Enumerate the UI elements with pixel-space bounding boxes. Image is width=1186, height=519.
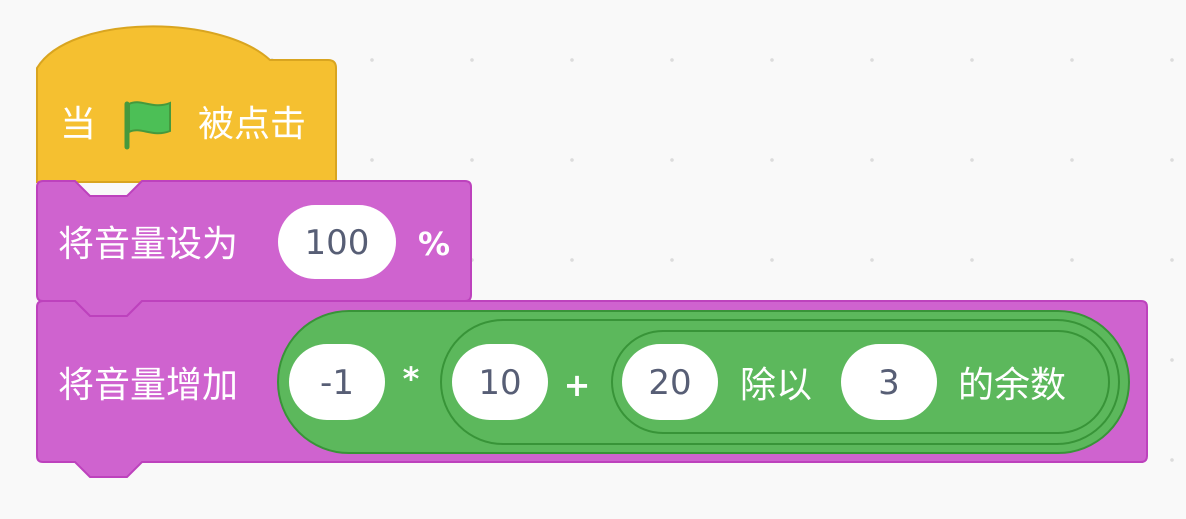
- mod-operator-block[interactable]: 20 除以 3 的余数: [611, 330, 1110, 434]
- add-operator-symbol: +: [564, 366, 591, 404]
- multiply-operator-block[interactable]: -1 * 10 + 20 除以 3 的余数: [277, 310, 1130, 454]
- when-flag-clicked-block[interactable]: 当 被点击: [36, 25, 337, 183]
- mod-suffix-label: 的余数: [958, 365, 1066, 406]
- add-left-value: 10: [478, 363, 521, 403]
- mod-left-value: 20: [648, 363, 691, 403]
- volume-value-text: 100: [305, 223, 370, 263]
- multiply-operator-symbol: *: [403, 360, 420, 398]
- percent-unit: %: [418, 225, 450, 263]
- hat-suffix-label: 被点击: [198, 104, 306, 145]
- mod-right-value: 3: [878, 363, 900, 403]
- code-workspace[interactable]: 当 被点击 将音量设为 100 % 将音量增加 -1 * 10 + 20 除以 …: [0, 0, 1186, 519]
- multiply-left-value: -1: [320, 363, 354, 403]
- add-operator-block[interactable]: 10 + 20 除以 3 的余数: [440, 319, 1120, 445]
- set-volume-label: 将音量设为: [58, 224, 238, 265]
- hat-prefix-label: 当: [60, 104, 96, 145]
- change-volume-label: 将音量增加: [58, 365, 238, 406]
- set-volume-block[interactable]: 将音量设为 100 %: [36, 180, 472, 317]
- mod-label: 除以: [740, 365, 812, 406]
- change-volume-block[interactable]: 将音量增加 -1 * 10 + 20 除以 3 的余数: [36, 300, 1148, 478]
